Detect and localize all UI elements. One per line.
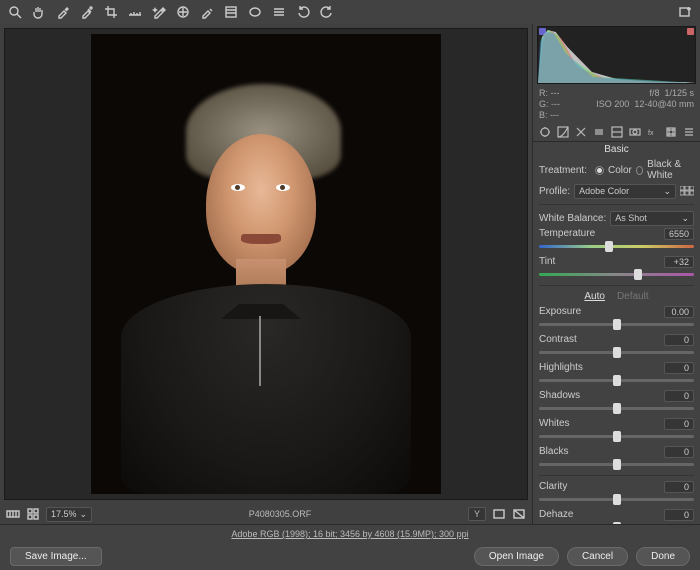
slider-dehaze-track[interactable] [539, 521, 694, 524]
histogram[interactable] [537, 26, 696, 84]
slider-clarity-track[interactable] [539, 493, 694, 505]
slider-temperature: Temperature6550 [539, 228, 694, 252]
slider-blacks-track[interactable] [539, 458, 694, 470]
tab-split-icon[interactable] [611, 125, 623, 138]
slider-tint: Tint+32 [539, 256, 694, 280]
zoom-icon[interactable] [8, 5, 22, 19]
rotate-ccw-icon[interactable] [296, 5, 310, 19]
profile-browser-icon[interactable] [680, 186, 694, 196]
panel-title: Basic [533, 142, 700, 159]
straighten-icon[interactable] [128, 5, 142, 19]
tab-fx-icon[interactable]: fx [647, 125, 659, 138]
zoom-select[interactable]: 17.5%⌄ [46, 507, 92, 522]
shadow-clip-icon[interactable] [492, 507, 506, 521]
slider-dehaze-value[interactable]: 0 [664, 509, 694, 521]
tab-lens-icon[interactable] [629, 125, 641, 138]
status-bar: 17.5%⌄ P4080305.ORF Y [0, 504, 532, 524]
hand-icon[interactable] [32, 5, 46, 19]
footer: Adobe RGB (1998); 16 bit; 3456 by 4608 (… [0, 524, 700, 570]
tab-hsl-icon[interactable] [593, 125, 605, 138]
add-snapshot-icon[interactable] [678, 5, 692, 19]
treatment-label: Treatment: [539, 165, 587, 176]
eyedropper-wb-icon[interactable] [56, 5, 70, 19]
graduated-filter-icon[interactable] [224, 5, 238, 19]
image-info-link[interactable]: Adobe RGB (1998); 16 bit; 3456 by 4608 (… [231, 529, 468, 539]
crop-icon[interactable] [104, 5, 118, 19]
tab-calib-icon[interactable] [665, 125, 677, 138]
profile-select[interactable]: Adobe Color⌄ [574, 184, 676, 199]
slider-contrast-value[interactable]: 0 [664, 334, 694, 346]
treatment-bw-radio[interactable] [636, 166, 643, 175]
compare-toggle[interactable]: Y [468, 507, 486, 521]
radial-filter-icon[interactable] [248, 5, 262, 19]
slider-blacks-value[interactable]: 0 [664, 446, 694, 458]
photo-preview [91, 34, 441, 494]
slider-contrast-track[interactable] [539, 346, 694, 358]
adjust-brush-icon[interactable] [200, 5, 214, 19]
tab-basic-icon[interactable] [539, 125, 551, 138]
slider-whites-value[interactable]: 0 [664, 418, 694, 430]
slider-dehaze: Dehaze0 [539, 509, 694, 524]
tab-presets-icon[interactable] [683, 125, 695, 138]
slider-exposure-track[interactable] [539, 318, 694, 330]
highlight-clip-icon[interactable] [512, 507, 526, 521]
slider-highlights-value[interactable]: 0 [664, 362, 694, 374]
done-button[interactable]: Done [636, 547, 690, 566]
eyedropper-sample-icon[interactable] [80, 5, 94, 19]
slider-highlights-track[interactable] [539, 374, 694, 386]
image-canvas[interactable] [4, 28, 528, 500]
slider-tint-track[interactable] [539, 268, 694, 280]
grid-view-icon[interactable] [26, 507, 40, 521]
toolbar [0, 0, 700, 24]
slider-temperature-track[interactable] [539, 240, 694, 252]
filmstrip-icon[interactable] [6, 507, 20, 521]
slider-contrast: Contrast0 [539, 334, 694, 358]
tab-detail-icon[interactable] [575, 125, 587, 138]
redeye-icon[interactable] [176, 5, 190, 19]
spot-heal-icon[interactable] [152, 5, 166, 19]
adjust-panel: R: ---G: ---B: --- f/8 1/125 s ISO 200 1… [532, 24, 700, 524]
profile-label: Profile: [539, 186, 570, 197]
slider-exposure-value[interactable]: 0.00 [664, 306, 694, 318]
slider-blacks: Blacks0 [539, 446, 694, 470]
slider-exposure: Exposure0.00 [539, 306, 694, 330]
slider-clarity-value[interactable]: 0 [664, 481, 694, 493]
treatment-color-radio[interactable] [595, 166, 604, 175]
slider-shadows: Shadows0 [539, 390, 694, 414]
presets-icon[interactable] [272, 5, 286, 19]
slider-whites-track[interactable] [539, 430, 694, 442]
panel-tabs: fx [533, 122, 700, 142]
auto-button[interactable]: Auto [584, 291, 605, 302]
filename: P4080305.ORF [249, 509, 312, 519]
open-image-button[interactable]: Open Image [474, 547, 559, 566]
cancel-button[interactable]: Cancel [567, 547, 628, 566]
preview-pane: 17.5%⌄ P4080305.ORF Y [0, 24, 532, 524]
slider-highlights: Highlights0 [539, 362, 694, 386]
save-image-button[interactable]: Save Image... [10, 547, 102, 566]
tab-curve-icon[interactable] [557, 125, 569, 138]
slider-tint-value[interactable]: +32 [664, 256, 694, 268]
slider-clarity: Clarity0 [539, 481, 694, 505]
rotate-cw-icon[interactable] [320, 5, 334, 19]
slider-shadows-track[interactable] [539, 402, 694, 414]
slider-temperature-value[interactable]: 6550 [664, 228, 694, 240]
default-button[interactable]: Default [617, 291, 649, 302]
wb-label: White Balance: [539, 213, 606, 224]
wb-select[interactable]: As Shot⌄ [610, 211, 694, 226]
svg-text:fx: fx [648, 130, 654, 137]
slider-whites: Whites0 [539, 418, 694, 442]
exif-readout: R: ---G: ---B: --- f/8 1/125 s ISO 200 1… [533, 86, 700, 122]
slider-shadows-value[interactable]: 0 [664, 390, 694, 402]
